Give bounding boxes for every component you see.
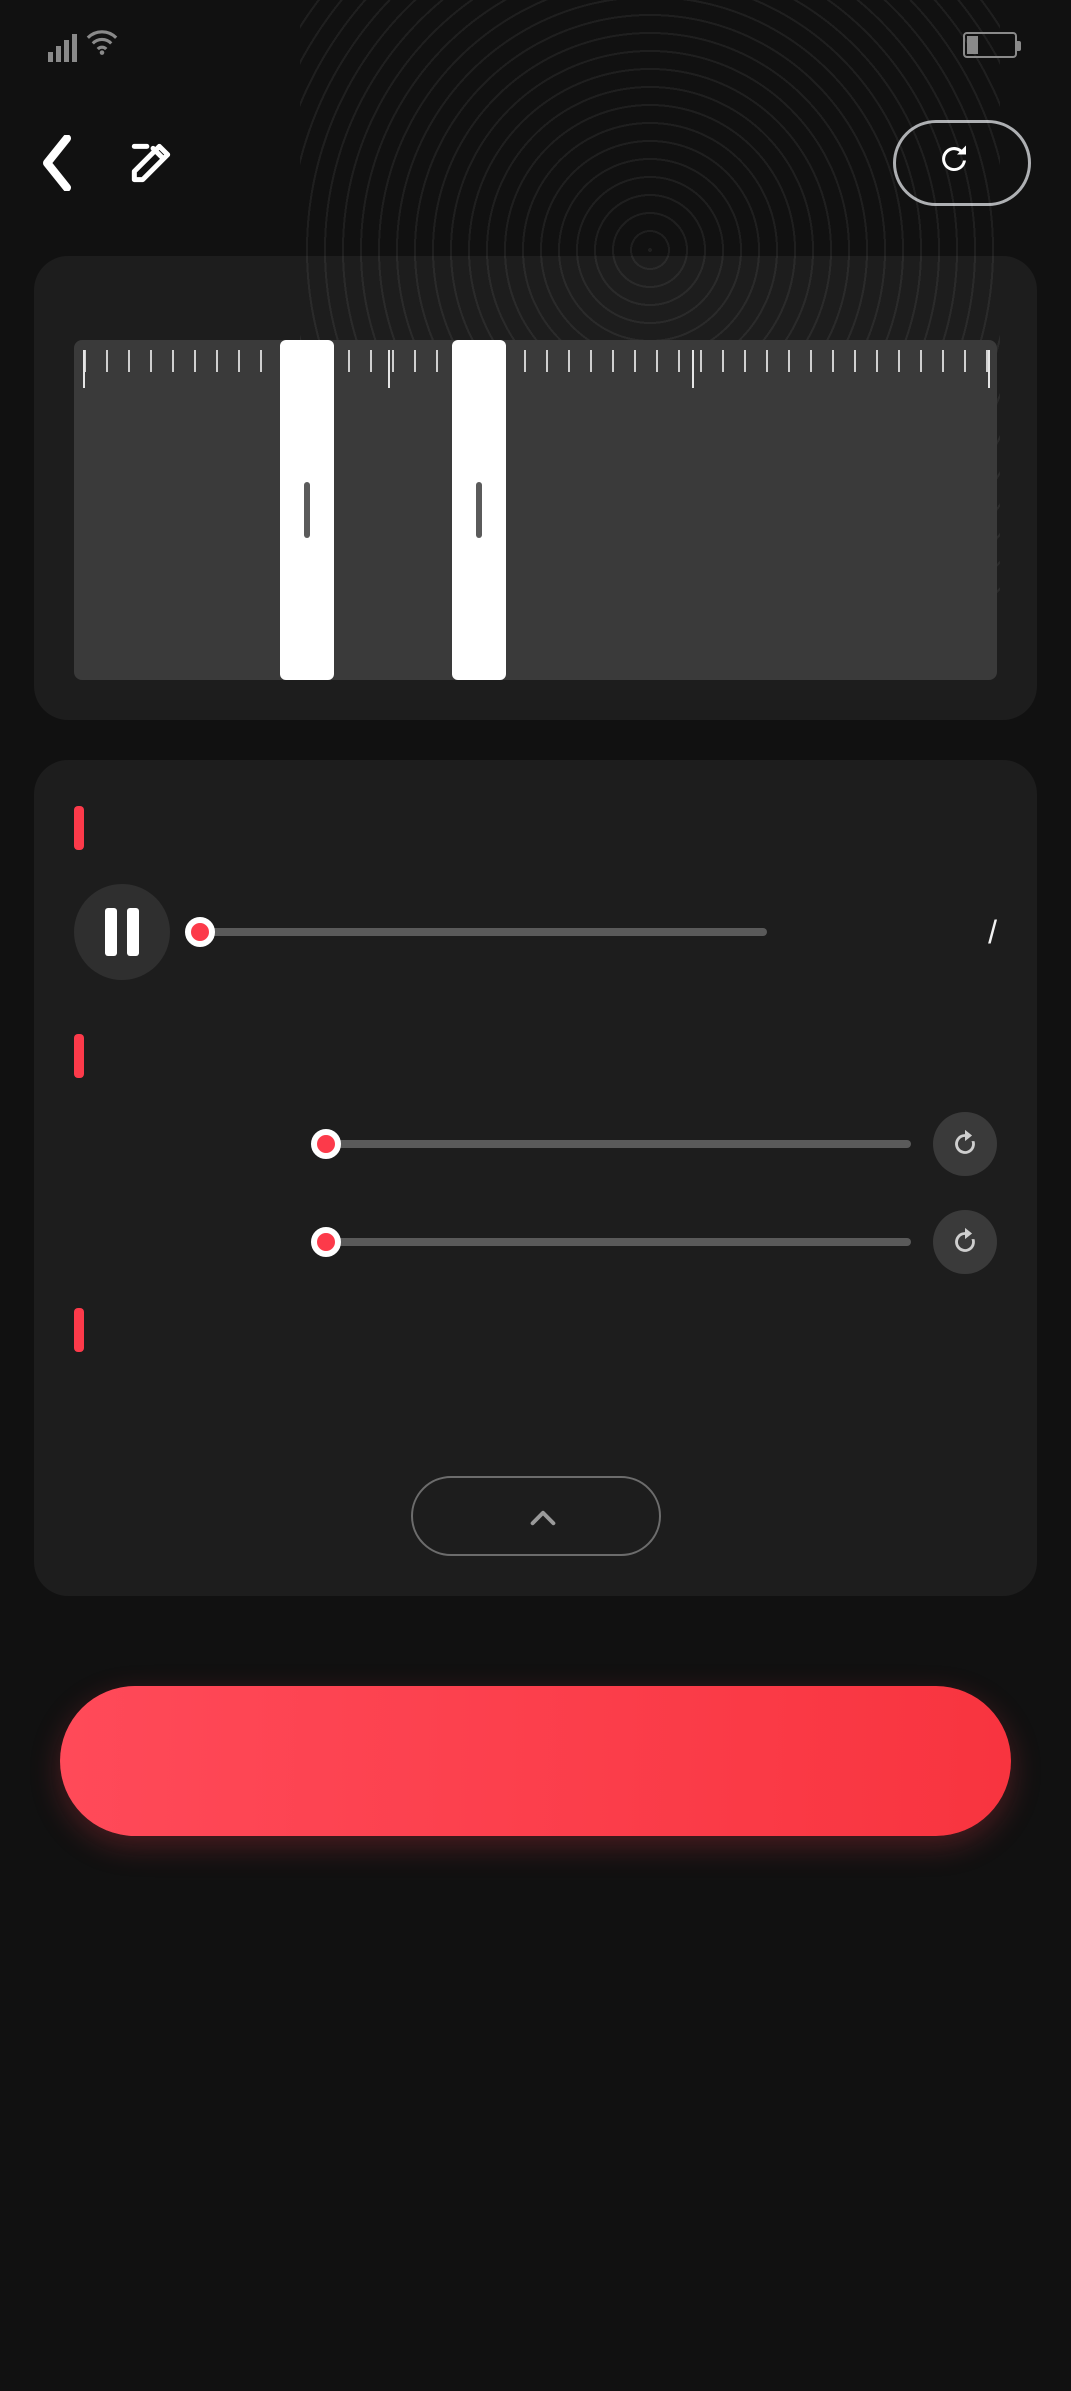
playback-time: / <box>797 914 997 951</box>
generate-button[interactable] <box>60 1686 1011 1836</box>
pause-icon <box>105 908 117 956</box>
controls-panel: / <box>34 760 1037 1596</box>
selection-handle-left[interactable] <box>280 340 334 680</box>
chevron-up-icon <box>530 1497 556 1536</box>
speed-slider[interactable] <box>326 1238 911 1246</box>
status-bar <box>0 0 1071 90</box>
accent-bar-icon <box>74 1308 84 1352</box>
accent-bar-icon <box>74 1034 84 1078</box>
waveform-ruler <box>74 340 997 394</box>
format-toggle-button[interactable] <box>893 120 1031 206</box>
battery-icon <box>963 32 1017 58</box>
accent-bar-icon <box>74 806 84 850</box>
playback-slider[interactable] <box>200 928 767 936</box>
volume-slider[interactable] <box>326 1140 911 1148</box>
edit-title-button[interactable] <box>126 138 176 188</box>
signal-icon <box>48 34 77 62</box>
waveform-panel <box>34 256 1037 720</box>
header-bar <box>0 90 1071 256</box>
collapse-button[interactable] <box>411 1476 661 1556</box>
speed-reset-button[interactable] <box>933 1210 997 1274</box>
wifi-icon <box>85 29 119 62</box>
back-button[interactable] <box>40 135 74 191</box>
refresh-icon <box>948 1225 982 1259</box>
cycle-icon <box>936 141 972 186</box>
refresh-icon <box>948 1127 982 1161</box>
mode-hint <box>74 1412 997 1446</box>
selection-handle-right[interactable] <box>452 340 506 680</box>
waveform-editor[interactable] <box>74 340 997 680</box>
waveform-graphic <box>74 420 997 680</box>
volume-reset-button[interactable] <box>933 1112 997 1176</box>
play-pause-button[interactable] <box>74 884 170 980</box>
